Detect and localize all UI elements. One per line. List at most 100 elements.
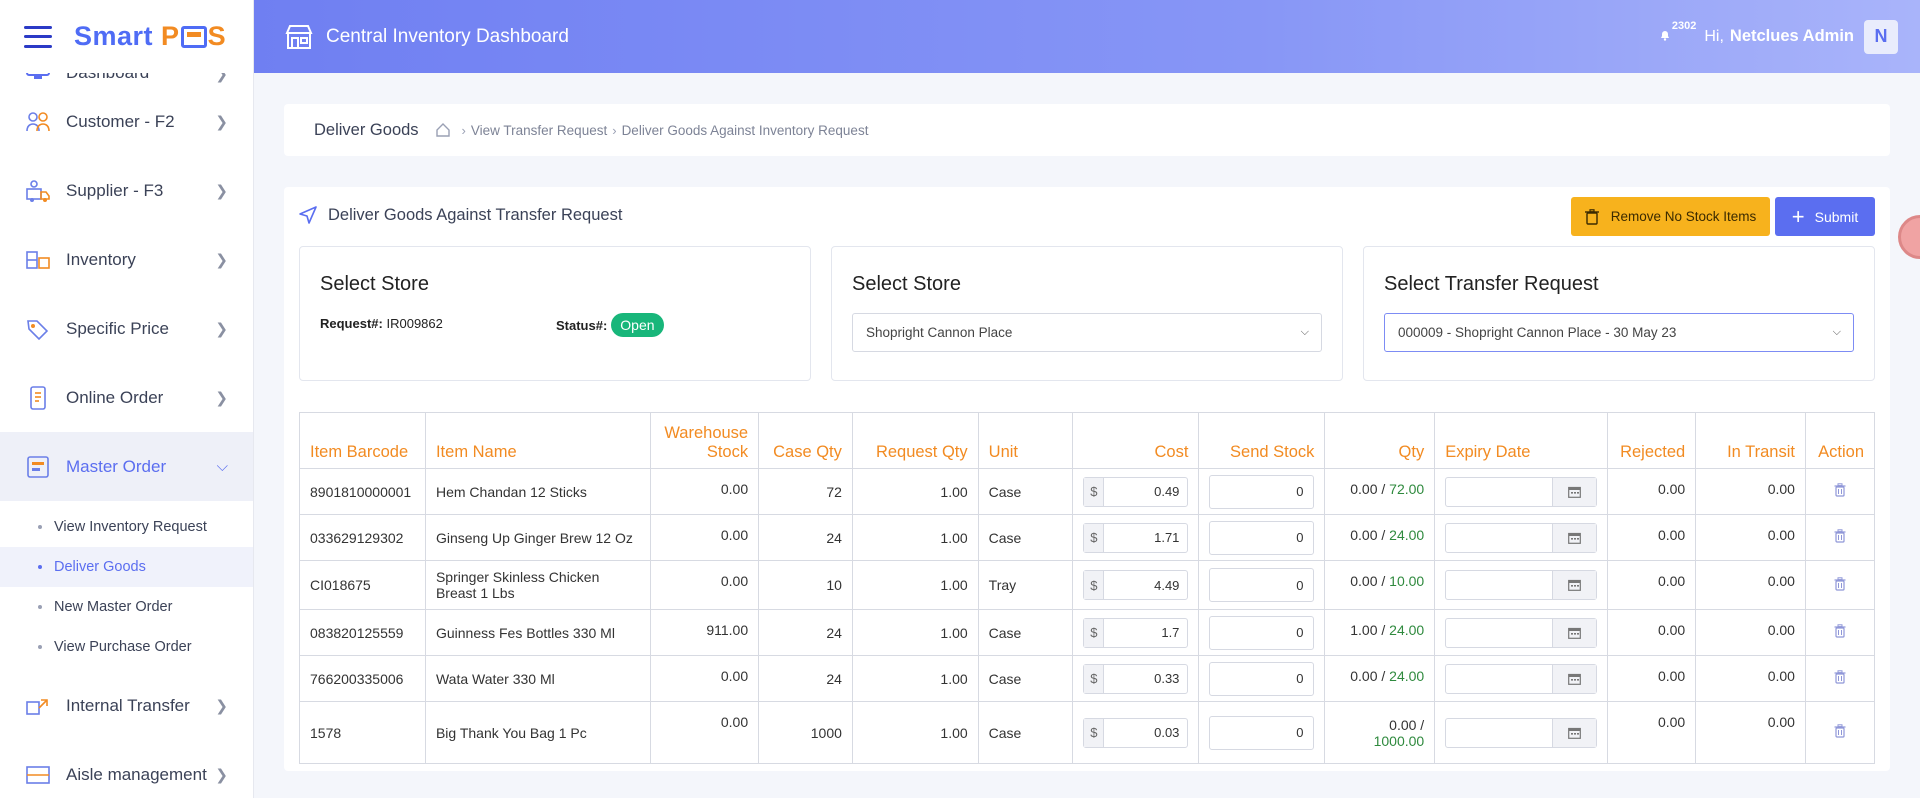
expiry-date-input[interactable] (1445, 522, 1598, 553)
currency-symbol: $ (1084, 477, 1105, 506)
send-stock-input[interactable]: 0 (1209, 661, 1315, 696)
bullet-icon (38, 605, 42, 609)
cost-input[interactable]: $1.71 (1083, 522, 1189, 553)
table-row: CI018675 Springer Skinless Chicken Breas… (299, 560, 1876, 610)
in-transit-cell: 0.00 (1695, 468, 1806, 515)
chevron-right-icon: ❯ (215, 251, 228, 269)
delete-icon[interactable] (1834, 624, 1846, 641)
aisle-icon (24, 762, 52, 788)
col-header-expiry-date: Expiry Date (1434, 412, 1609, 469)
warehouse-stock-cell: 0.00 (650, 560, 760, 610)
expiry-date-input[interactable] (1445, 663, 1598, 694)
sidebar-item-customer[interactable]: Customer - F2 ❯ (0, 87, 253, 156)
table-row: 766200335006 Wata Water 330 Ml 0.00 24 1… (299, 655, 1876, 702)
cost-input[interactable]: $0.03 (1083, 717, 1189, 748)
expiry-date-field[interactable] (1446, 571, 1552, 599)
remove-no-stock-button[interactable]: Remove No Stock Items (1571, 197, 1770, 236)
submenu-item-view-inventory-request[interactable]: View Inventory Request (0, 507, 253, 547)
expiry-date-field[interactable] (1446, 524, 1552, 552)
expiry-date-input[interactable] (1445, 717, 1598, 748)
send-stock-input[interactable]: 0 (1209, 520, 1315, 555)
calendar-icon[interactable] (1552, 718, 1597, 747)
submit-button[interactable]: + Submit (1775, 197, 1875, 236)
card-title: Deliver Goods Against Transfer Request (328, 205, 623, 224)
cost-cell: $1.71 (1072, 514, 1200, 561)
breadcrumb-link-view-transfer-request[interactable]: View Transfer Request (471, 123, 607, 138)
currency-symbol: $ (1084, 718, 1105, 747)
notification-button[interactable]: 2302 (1659, 20, 1696, 46)
status-label: Status#: (556, 317, 608, 333)
in-transit-cell: 0.00 (1695, 609, 1806, 656)
cost-input[interactable]: $4.49 (1083, 570, 1189, 600)
currency-symbol: $ (1084, 523, 1105, 552)
expiry-date-input[interactable] (1445, 617, 1598, 648)
request-qty-cell: 1.00 (851, 468, 979, 515)
rejected-cell: 0.00 (1607, 655, 1697, 702)
sidebar-item-specific-price[interactable]: Specific Price ❯ (0, 294, 253, 363)
avatar[interactable]: N (1864, 19, 1898, 54)
send-stock-input[interactable]: 0 (1209, 474, 1315, 509)
delete-icon[interactable] (1834, 670, 1846, 687)
calendar-icon[interactable] (1552, 664, 1597, 693)
expiry-date-input[interactable] (1445, 476, 1598, 507)
cost-input[interactable]: $0.49 (1083, 476, 1189, 507)
send-stock-input[interactable]: 0 (1209, 568, 1315, 602)
side-widget-tab[interactable] (1898, 215, 1920, 259)
expiry-date-field[interactable] (1446, 478, 1552, 506)
sidebar-item-label: Specific Price (66, 318, 169, 338)
box-title: Select Store (852, 273, 961, 295)
delete-icon[interactable] (1834, 529, 1846, 546)
submenu-item-deliver-goods[interactable]: Deliver Goods (0, 547, 253, 587)
rejected-cell: 0.00 (1607, 609, 1697, 656)
qty-requested: 72.00 (1389, 481, 1425, 497)
delete-icon[interactable] (1834, 724, 1846, 741)
request-value: IR009862 (386, 316, 443, 331)
col-header-unit: Unit (977, 412, 1074, 469)
store-select[interactable]: Shopright Cannon Place ⌵ (852, 313, 1322, 352)
calendar-icon[interactable] (1552, 571, 1597, 599)
sidebar: Dashboard ❯ Customer - F2 ❯ Supplier - F… (0, 0, 254, 798)
submenu-item-label: View Purchase Order (54, 639, 192, 655)
sidebar-item-aisle-management[interactable]: Aisle management ❯ (0, 740, 253, 798)
send-stock-cell: 0 (1198, 655, 1326, 702)
request-info-box: Select Store Request#: IR009862 Status#:… (299, 246, 811, 381)
sidebar-item-supplier[interactable]: Supplier - F3 ❯ (0, 156, 253, 225)
cost-input[interactable]: $1.7 (1083, 617, 1189, 648)
calendar-icon[interactable] (1552, 477, 1597, 506)
qty-cell: 0.00 / 10.00 (1324, 560, 1436, 610)
chevron-down-icon: ⌵ (1300, 326, 1309, 338)
cost-cell: $1.7 (1072, 609, 1200, 656)
app-logo[interactable]: Smart PS (74, 21, 226, 52)
send-stock-input[interactable]: 0 (1209, 715, 1315, 750)
qty-sent: 0.00 / (1350, 668, 1386, 684)
sidebar-item-inventory[interactable]: Inventory ❯ (0, 225, 253, 294)
calendar-icon[interactable] (1552, 618, 1597, 647)
submenu-item-new-master-order[interactable]: New Master Order (0, 587, 253, 627)
user-area: 2302 Hi, Netclues Admin N (1659, 0, 1898, 73)
expiry-date-input[interactable] (1445, 570, 1598, 600)
in-transit-cell: 0.00 (1695, 655, 1806, 702)
col-header-rejected: Rejected (1607, 412, 1697, 469)
submenu-item-view-purchase-order[interactable]: View Purchase Order (0, 627, 253, 667)
expiry-date-field[interactable] (1446, 665, 1552, 693)
barcode-cell: 033629129302 (299, 514, 426, 561)
request-status: Status#: Open (556, 313, 664, 337)
sidebar-item-master-order[interactable]: Master Order ⌵ (0, 432, 253, 501)
delete-icon[interactable] (1834, 576, 1846, 594)
action-cell (1804, 514, 1876, 561)
expiry-date-field[interactable] (1446, 719, 1552, 747)
sidebar-item-online-order[interactable]: Online Order ❯ (0, 363, 253, 432)
delete-icon[interactable] (1834, 483, 1846, 500)
request-label: Request#: (320, 316, 383, 331)
home-icon[interactable] (435, 122, 451, 138)
sidebar-item-internal-transfer[interactable]: Internal Transfer ❯ (0, 671, 253, 740)
expiry-date-field[interactable] (1446, 619, 1552, 647)
cost-input[interactable]: $0.33 (1083, 663, 1189, 694)
calendar-icon[interactable] (1552, 523, 1597, 552)
transfer-request-select[interactable]: 000009 - Shopright Cannon Place - 30 May… (1384, 313, 1854, 352)
menu-toggle-icon[interactable] (24, 25, 52, 48)
send-stock-input[interactable]: 0 (1209, 615, 1315, 650)
unit-cell: Case (977, 468, 1074, 515)
cost-value: 0.03 (1154, 725, 1180, 740)
user-name[interactable]: Netclues Admin (1730, 27, 1854, 46)
